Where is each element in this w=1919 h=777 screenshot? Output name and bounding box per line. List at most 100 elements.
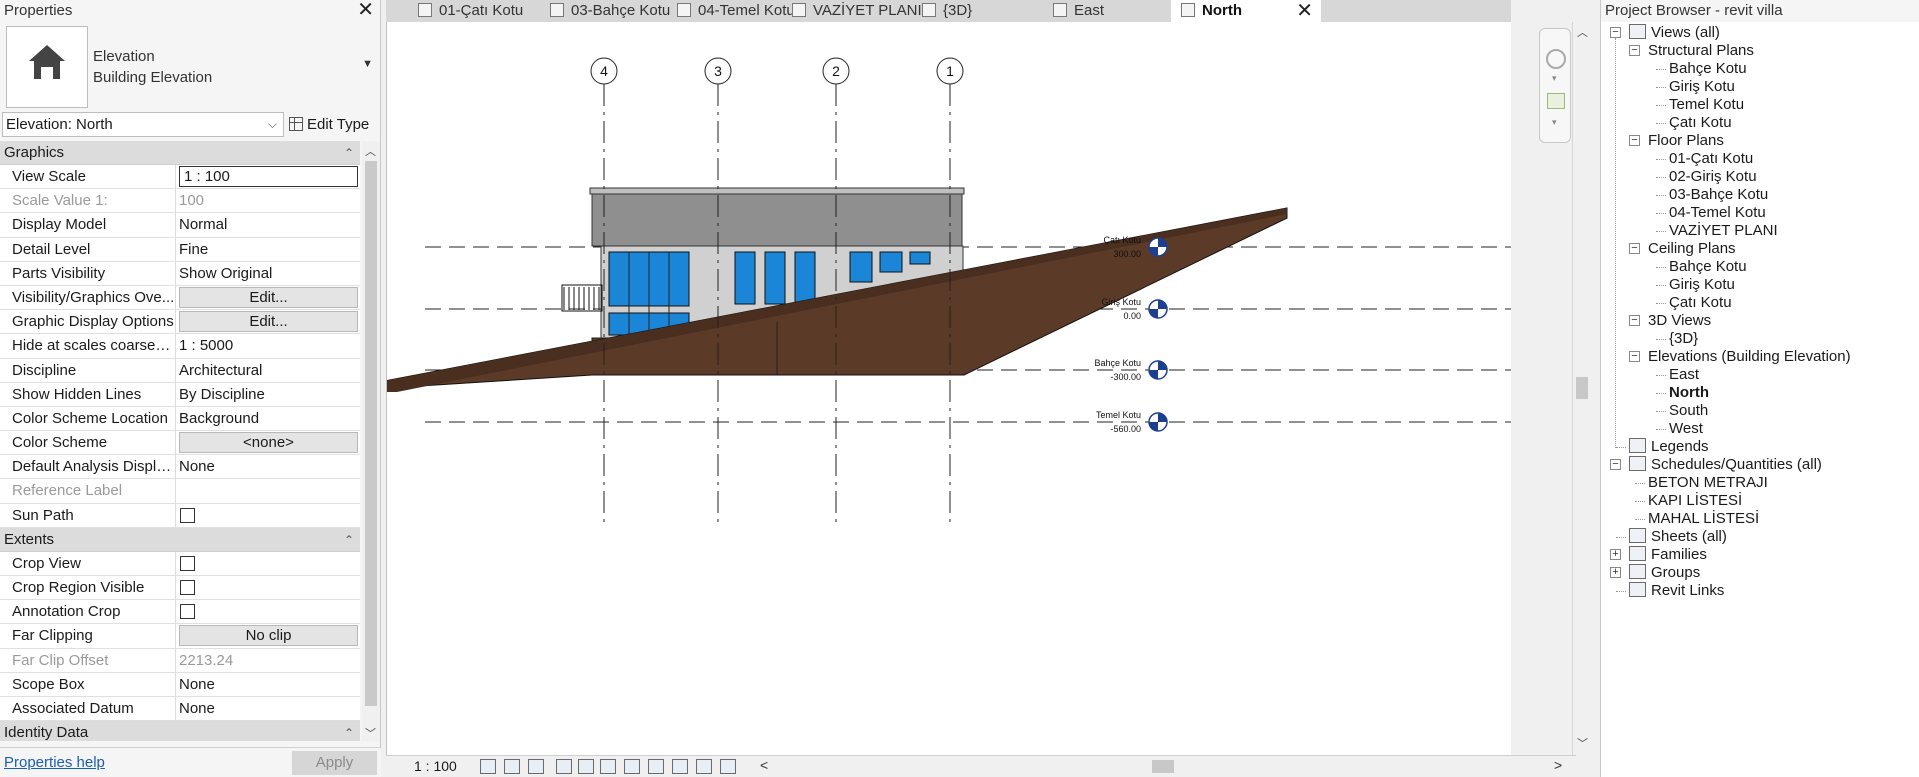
scroll-up-icon[interactable]: ︿ — [1577, 24, 1588, 40]
property-value[interactable]: 1 : 5000 — [176, 334, 360, 357]
level-name: Bahçe Kotu — [1094, 358, 1141, 368]
property-checkbox[interactable] — [180, 507, 195, 523]
drawing-canvas[interactable]: 4 3 2 1 Çatı Kotu 300.00 Giriş Kotu 0.00 Bahçe K… — [386, 22, 1511, 755]
property-value[interactable]: No clip — [176, 624, 360, 647]
tab-03-bah-e-kotu[interactable]: 03-Bahçe Kotu — [540, 0, 670, 22]
collapse-icon[interactable]: − — [1610, 27, 1621, 38]
property-button[interactable]: Edit... — [179, 311, 358, 333]
collapse-icon[interactable]: − — [1629, 45, 1640, 56]
view-scale[interactable]: 1 : 100 — [414, 758, 457, 774]
collapse-icon[interactable]: − — [1629, 315, 1640, 326]
tab-north[interactable]: North ✕ — [1171, 0, 1321, 22]
property-value[interactable]: Normal — [176, 213, 360, 236]
property-value[interactable] — [176, 600, 360, 623]
properties-scrollbar[interactable]: ︿ ﹀ — [362, 141, 380, 741]
property-value[interactable]: Background — [176, 407, 360, 430]
property-name: Scale Value 1: — [0, 189, 176, 213]
analytical-model-icon[interactable] — [720, 759, 736, 774]
visual-style-icon[interactable] — [504, 759, 520, 774]
property-value[interactable]: Edit... — [176, 310, 360, 333]
tab--3d-[interactable]: {3D} — [912, 0, 972, 22]
scroll-down-icon[interactable]: ﹀ — [1577, 735, 1588, 751]
property-checkbox[interactable] — [180, 580, 195, 595]
property-value[interactable]: None — [176, 697, 360, 720]
section-header[interactable]: Identity Data ⌃ — [0, 721, 360, 741]
property-button[interactable]: Edit... — [179, 286, 358, 308]
type-selector[interactable]: Elevation Building Elevation ▼ — [0, 22, 381, 110]
collapse-icon[interactable]: − — [1629, 135, 1640, 146]
tab-east[interactable]: East — [1043, 0, 1104, 22]
property-value[interactable]: Edit... — [176, 286, 360, 309]
property-value[interactable]: Fine — [176, 238, 360, 261]
unlock-3d-icon[interactable] — [648, 759, 664, 774]
property-value[interactable] — [176, 576, 360, 599]
close-icon[interactable]: ✕ — [357, 0, 374, 20]
sun-path-icon[interactable] — [528, 759, 544, 774]
property-value[interactable]: 1 : 100 — [176, 165, 360, 188]
elevation-drawing[interactable]: 4 3 2 1 Çatı Kotu 300.00 Giriş Kotu 0.00 Bahçe K… — [387, 22, 1511, 755]
property-value[interactable]: By Discipline — [176, 383, 360, 406]
scrollbar-thumb[interactable] — [365, 161, 377, 706]
property-value[interactable]: None — [176, 455, 360, 478]
tree-connector — [1656, 69, 1666, 70]
property-button[interactable]: <none> — [179, 432, 358, 454]
level-name: Çatı Kotu — [1103, 235, 1141, 245]
expand-icon[interactable]: + — [1610, 549, 1621, 560]
crop-view-icon[interactable] — [600, 759, 616, 774]
browser-node-label: Structural Plans — [1648, 42, 1754, 59]
scrollbar-thumb[interactable] — [1576, 377, 1588, 399]
canvas-vertical-scrollbar[interactable]: ︿ ﹀ — [1572, 22, 1590, 755]
section-header[interactable]: Extents ⌃ — [0, 527, 360, 552]
edit-type-button[interactable]: Edit Type — [289, 112, 369, 137]
browser-node[interactable]: Revit Links — [1629, 580, 1724, 602]
property-value[interactable] — [176, 504, 360, 527]
collapse-icon[interactable]: ⌃ — [344, 528, 354, 552]
scrollbar-thumb[interactable] — [1152, 760, 1174, 773]
instance-selector[interactable]: Elevation: North ⌵ — [2, 112, 284, 137]
collapse-icon[interactable]: − — [1629, 351, 1640, 362]
show-crop-icon[interactable] — [624, 759, 640, 774]
tree-connector — [1616, 591, 1626, 592]
property-value[interactable] — [176, 552, 360, 575]
collapse-icon[interactable]: − — [1610, 459, 1621, 470]
detail-level-icon[interactable] — [480, 759, 496, 774]
property-checkbox[interactable] — [180, 555, 195, 571]
section-header[interactable]: Graphics ⌃ — [0, 141, 360, 165]
scroll-up-icon[interactable]: ︿ — [365, 143, 376, 159]
steering-wheel-icon[interactable] — [1546, 49, 1566, 69]
scroll-left-icon[interactable]: < — [760, 757, 768, 773]
property-name: Parts Visibility — [0, 261, 176, 285]
temporary-hide-icon[interactable] — [672, 759, 688, 774]
property-checkbox[interactable] — [180, 604, 195, 620]
property-name: Reference Label — [0, 479, 176, 503]
collapse-icon[interactable]: − — [1629, 243, 1640, 254]
apply-button[interactable]: Apply — [292, 751, 377, 775]
tab-vazi-yet-plani[interactable]: VAZİYET PLANI — [782, 0, 922, 22]
shadows-icon[interactable] — [556, 759, 572, 774]
property-button[interactable]: No clip — [179, 625, 358, 647]
chevron-down-icon[interactable]: ▾ — [1552, 73, 1557, 84]
scroll-right-icon[interactable]: > — [1554, 757, 1562, 773]
property-name: Far Clip Offset — [0, 648, 176, 672]
collapse-icon[interactable]: ⌃ — [344, 721, 354, 741]
property-value: 2213.24 — [179, 651, 234, 669]
property-value[interactable]: <none> — [176, 431, 360, 454]
tab-04-temel-kotu[interactable]: 04-Temel Kotu — [667, 0, 795, 22]
chevron-down-icon[interactable]: ▼ — [362, 58, 373, 70]
property-value[interactable]: Architectural — [176, 359, 360, 382]
edit-type-icon — [289, 117, 303, 131]
close-icon[interactable]: ✕ — [1296, 0, 1313, 22]
tab-01-at-kotu[interactable]: 01-Çatı Kotu — [408, 0, 523, 22]
render-icon[interactable] — [578, 759, 594, 774]
chevron-down-icon[interactable]: ▾ — [1552, 117, 1557, 128]
expand-icon[interactable]: + — [1610, 567, 1621, 578]
browser-title-bar: Project Browser - revit villa — [1601, 0, 1919, 22]
property-input[interactable]: 1 : 100 — [179, 166, 358, 187]
scroll-down-icon[interactable]: ﹀ — [365, 725, 376, 741]
reveal-hidden-icon[interactable] — [696, 759, 712, 774]
collapse-icon[interactable]: ⌃ — [344, 141, 354, 165]
property-value[interactable]: Show Original — [176, 262, 360, 285]
property-value[interactable]: None — [176, 673, 360, 696]
properties-help-link[interactable]: Properties help — [4, 754, 105, 771]
zoom-icon[interactable] — [1547, 93, 1565, 109]
